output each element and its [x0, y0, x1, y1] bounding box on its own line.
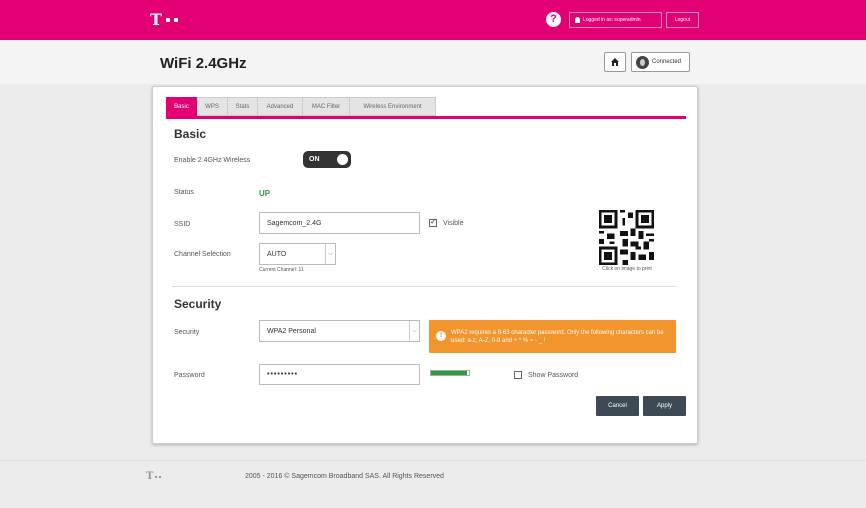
footer-divider — [0, 460, 866, 461]
cancel-button[interactable]: Cancel — [596, 396, 639, 416]
connected-label: Connected — [652, 59, 682, 65]
home-icon — [611, 58, 619, 66]
section-divider — [172, 286, 677, 287]
help-icon[interactable]: ? — [546, 12, 561, 27]
toggle-knob — [337, 154, 348, 165]
channel-selection-label: Channel Selection — [174, 251, 231, 258]
footer-logo: T — [146, 471, 162, 482]
password-label: Password — [174, 372, 205, 379]
warning-text: WPA2 requires a 8-63 character password.… — [451, 329, 664, 344]
logo-dot — [155, 475, 158, 478]
enable-wireless-toggle[interactable]: ON — [303, 151, 351, 168]
tab-underline — [166, 116, 686, 119]
channel-select[interactable]: AUTO ⌵ — [259, 243, 336, 265]
chevron-down-icon: ⌵ — [409, 321, 419, 341]
tab-basic[interactable]: Basic — [166, 97, 197, 116]
tab-wireless-environment[interactable]: Wireless Environment — [350, 97, 436, 116]
basic-section-title: Basic — [174, 127, 207, 141]
password-requirements-warning: ! WPA2 requires a 8-63 character passwor… — [429, 320, 676, 353]
logo-dot — [165, 18, 170, 22]
user-icon — [575, 17, 580, 23]
globe-icon — [636, 55, 649, 69]
apply-button[interactable]: Apply — [643, 396, 686, 416]
logged-in-text: Logged in as: superadmin — [583, 17, 641, 23]
visible-label: Visible — [443, 220, 464, 227]
toggle-text: ON — [309, 156, 320, 163]
telekom-logo[interactable]: T — [150, 9, 178, 31]
logo-dot — [173, 18, 178, 22]
sub-header — [0, 40, 866, 84]
qr-code-image[interactable] — [599, 210, 654, 265]
warning-icon: ! — [436, 331, 446, 341]
status-label: Status — [174, 189, 194, 196]
status-value: UP — [259, 189, 271, 198]
top-bar — [0, 0, 866, 40]
show-password-label: Show Password — [528, 372, 579, 379]
security-label: Security — [174, 329, 200, 336]
show-password-checkbox[interactable] — [514, 371, 522, 379]
footer-copyright: 2005 - 2016 © Sagemcom Broadband SAS. Al… — [245, 473, 444, 480]
page-title: WiFi 2.4GHz — [160, 55, 247, 72]
qr-code-caption: Click on image to print — [602, 266, 652, 272]
connection-status-button[interactable]: Connected — [631, 52, 690, 72]
password-strength-fill — [431, 371, 468, 375]
settings-panel — [152, 86, 698, 444]
security-mode-value: WPA2 Personal — [267, 327, 316, 335]
tab-wps[interactable]: WPS — [197, 97, 228, 116]
password-input[interactable]: ••••••••• — [259, 364, 420, 385]
logout-button[interactable]: Logout — [666, 12, 699, 28]
logged-in-user-button[interactable]: Logged in as: superadmin — [569, 12, 662, 28]
chevron-down-icon: ⌵ — [325, 244, 335, 264]
logo-dot — [159, 475, 162, 478]
home-button[interactable] — [604, 52, 626, 72]
security-section-title: Security — [174, 297, 222, 311]
logo-letter: T — [150, 10, 162, 29]
password-strength-meter — [430, 370, 470, 376]
tab-advanced[interactable]: Advanced — [258, 97, 303, 116]
visible-checkbox[interactable] — [429, 217, 437, 227]
channel-select-value: AUTO — [267, 250, 287, 258]
security-mode-select[interactable]: WPA2 Personal ⌵ — [259, 320, 420, 342]
tab-mac-filter[interactable]: MAC Filter — [303, 97, 350, 116]
enable-wireless-label: Enable 2.4GHz Wireless — [174, 157, 251, 164]
tab-bar: Basic WPS Stats Advanced MAC Filter Wire… — [166, 97, 436, 116]
ssid-label: SSID — [174, 221, 191, 228]
tab-stats[interactable]: Stats — [228, 97, 258, 116]
footer-logo-letter: T — [146, 471, 154, 482]
ssid-input[interactable]: Sagemcom_2.4G — [259, 212, 420, 234]
current-channel-note: Current Channel: 11 — [259, 267, 304, 273]
